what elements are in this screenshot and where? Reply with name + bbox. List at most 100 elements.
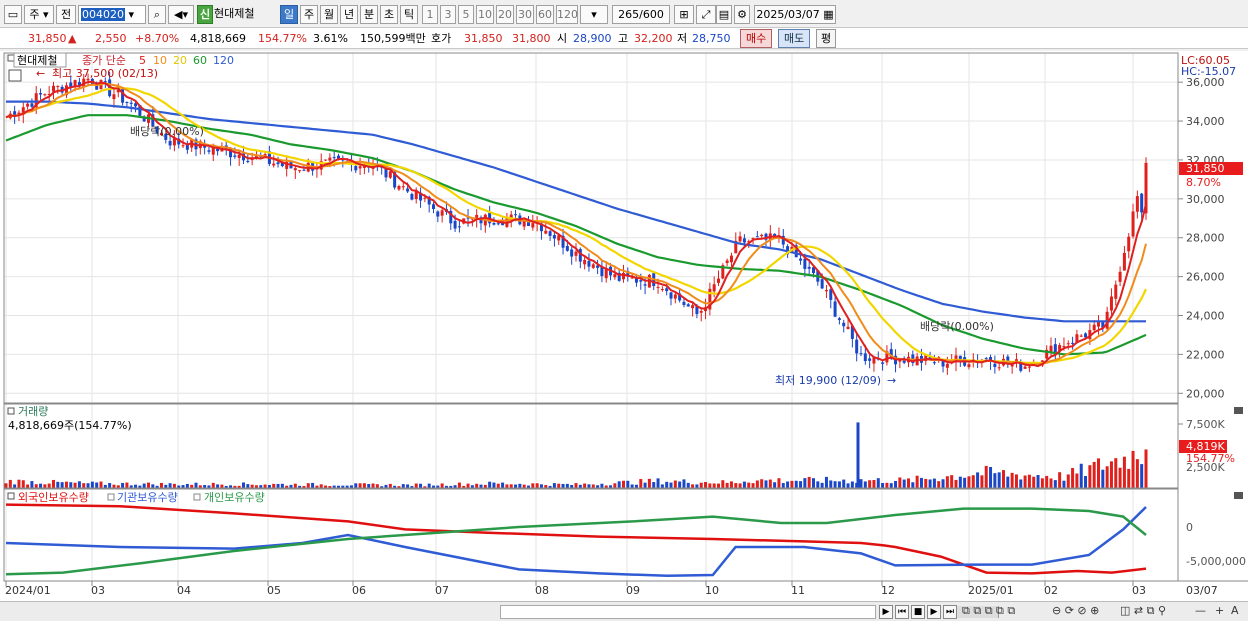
quote-bar: 31,850 ▲ 2,550 +8.70% 4,818,669 154.77% … — [0, 28, 1248, 49]
tab-second[interactable]: 초 — [380, 5, 398, 24]
volume-bar — [738, 483, 742, 488]
auto-scale-icon[interactable]: A — [1231, 604, 1239, 617]
volume-bar — [989, 467, 993, 488]
date-tick-label: 05 — [267, 584, 281, 597]
count-total: /600 — [639, 8, 664, 21]
volume-bar — [362, 483, 366, 488]
candle-down — [233, 155, 237, 157]
candle-down — [1084, 333, 1088, 338]
first-page-icon[interactable]: ⏮ — [895, 605, 909, 619]
volume-bar — [1045, 475, 1049, 488]
prev-button[interactable]: 전 — [56, 5, 76, 24]
num-5[interactable]: 5 — [458, 5, 474, 24]
candle-up — [824, 290, 828, 292]
volume-bar — [954, 479, 958, 488]
num-120[interactable]: 120 — [556, 5, 578, 24]
candle-down — [276, 162, 280, 165]
open-value: 28,900 — [573, 32, 612, 45]
zoom-in-icon[interactable]: + — [1215, 604, 1224, 617]
volume-bar — [539, 484, 543, 488]
tab-year[interactable]: 년 — [340, 5, 358, 24]
tool-icons[interactable]: ⊖ ⟳ ⊘ ⊕ — [1052, 604, 1099, 617]
stock-code-input[interactable]: 004020 ▾ — [78, 5, 146, 24]
last-page-icon[interactable]: ⏭ — [943, 605, 957, 619]
count-input[interactable]: 265/600 — [612, 5, 670, 24]
bid-2: 31,800 — [512, 32, 551, 45]
num-10[interactable]: 10 — [476, 5, 494, 24]
tab-week[interactable]: 주 — [300, 5, 318, 24]
num-30[interactable]: 30 — [516, 5, 534, 24]
legend-ma5: 5 — [139, 54, 146, 67]
period-type-dropdown[interactable]: 주 ▾ — [24, 5, 54, 24]
indicator-icon[interactable]: ⊞ — [674, 5, 694, 24]
volume-bar — [980, 475, 984, 488]
volume-bar — [69, 482, 73, 488]
volume-bar — [52, 479, 55, 488]
num-3[interactable]: 3 — [440, 5, 456, 24]
horizontal-scrollbar[interactable] — [500, 605, 999, 619]
save-icon[interactable]: ▤ — [716, 5, 732, 24]
volume-bar — [1032, 476, 1036, 488]
interval-dropdown[interactable]: ▾ — [580, 5, 608, 24]
volume-bar — [928, 479, 932, 488]
stop-icon[interactable]: ■ — [911, 605, 925, 619]
volume-bar — [125, 482, 129, 488]
tab-month[interactable]: 월 — [320, 5, 338, 24]
draw-icon[interactable]: ⤢ — [696, 5, 716, 24]
candle-up — [997, 367, 1001, 369]
speaker-icon[interactable]: ◀▾ — [168, 5, 194, 24]
tab-day[interactable]: 일 — [280, 5, 298, 24]
volume-bar — [591, 484, 595, 488]
change-amount: 2,550 — [95, 32, 127, 45]
holding-close-icon[interactable] — [1234, 492, 1243, 499]
date-tick-label: 07 — [435, 584, 449, 597]
volume-bar — [915, 475, 919, 488]
view-icons[interactable]: ◫ ⇄ ⧉ ⚲ — [1120, 604, 1166, 618]
date-tick-label: 2025/01 — [968, 584, 1014, 597]
volume-bar — [656, 478, 660, 488]
date-input[interactable]: 2025/03/07 ▦ — [754, 5, 836, 24]
tab-tick[interactable]: 틱 — [400, 5, 418, 24]
volume-bar — [859, 479, 863, 488]
volume-bar — [1105, 466, 1109, 488]
legend-foreign: 외국인보유수량 — [18, 491, 89, 504]
stock-chart[interactable]: 현대제철 종가 단순 5 10 20 60 120 ← 최고 37,500 (0… — [0, 51, 1248, 601]
candle-down — [432, 204, 435, 209]
candle-up — [324, 159, 328, 161]
num-60[interactable]: 60 — [536, 5, 554, 24]
volume-bar — [388, 483, 392, 488]
volume-tick-7500k: 7,500K — [1186, 418, 1225, 431]
num-20[interactable]: 20 — [496, 5, 514, 24]
candle-down — [842, 322, 846, 327]
volume-bar — [440, 483, 444, 488]
volume-bar — [26, 484, 30, 488]
window-icon[interactable]: ▭ — [4, 5, 22, 24]
buy-button[interactable]: 매수 — [740, 29, 773, 48]
search-icon[interactable]: ⌕ — [148, 5, 166, 24]
evaluate-button[interactable]: 평 — [816, 29, 837, 48]
candle-up — [388, 171, 392, 178]
volume-bar — [941, 479, 945, 488]
scroll-right-icon[interactable]: ▶ — [879, 605, 893, 619]
volume-bar — [587, 484, 591, 488]
candle-up — [660, 289, 664, 291]
num-1[interactable]: 1 — [422, 5, 438, 24]
next-page-icon[interactable]: ▶ — [927, 605, 941, 619]
volume-bar — [531, 483, 535, 488]
volume-close-icon[interactable] — [1234, 407, 1243, 414]
tab-minute[interactable]: 분 — [360, 5, 378, 24]
bid-1: 31,850 — [464, 32, 503, 45]
gear-icon[interactable]: ⚙ — [734, 5, 750, 24]
sell-button[interactable]: 매도 — [778, 29, 811, 48]
candle-up — [725, 260, 729, 264]
volume-bar — [829, 480, 833, 488]
panel-expand-icon[interactable] — [8, 69, 22, 82]
volume-bar — [501, 482, 505, 488]
volume-bar — [786, 481, 790, 488]
volume-bar — [777, 478, 781, 488]
volume-bar — [1075, 473, 1079, 488]
zoom-icons[interactable]: ⧉ ⧉ ⧉ ⧉ ⧉ — [962, 604, 1015, 618]
volume-bar — [699, 482, 703, 488]
stock-code-value: 004020 — [81, 8, 125, 21]
zoom-out-icon[interactable]: — — [1195, 604, 1206, 617]
